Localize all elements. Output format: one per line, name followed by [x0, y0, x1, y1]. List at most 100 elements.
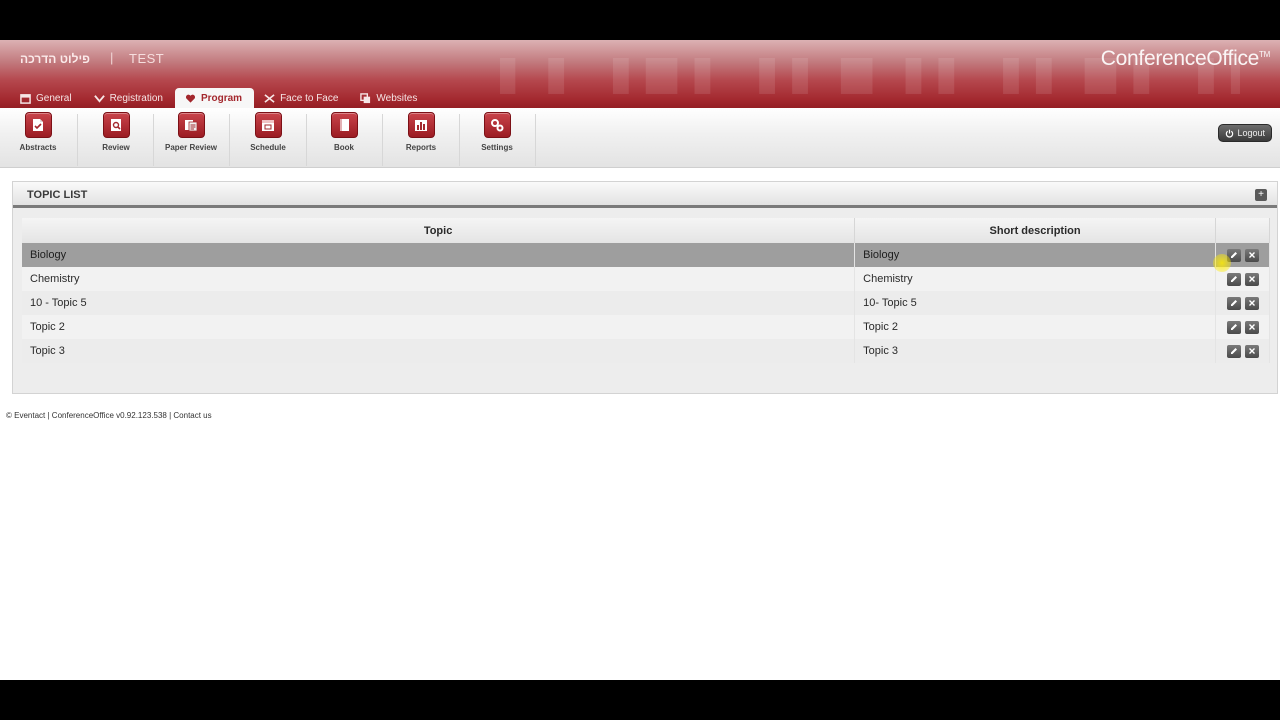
- tab-label: Websites: [376, 92, 418, 104]
- description-cell: Biology: [854, 243, 1216, 267]
- footer-version: ConferenceOffice v0.92.123.538: [51, 411, 167, 420]
- toolbar-label: Book: [334, 143, 354, 152]
- toolbar-label: Settings: [481, 143, 513, 152]
- footer-copyright: © Eventact: [6, 411, 46, 420]
- toolbar-label: Review: [102, 143, 130, 152]
- actions-cell: [1215, 315, 1270, 339]
- topic-list-panel: TOPIC LIST + Topic Short description Bio…: [12, 181, 1278, 394]
- column-header-topic[interactable]: Topic: [22, 218, 856, 243]
- review-icon: [102, 112, 130, 138]
- table-row[interactable]: Topic 3 Topic 3: [22, 339, 1270, 363]
- table-row[interactable]: Chemistry Chemistry: [22, 267, 1270, 291]
- delete-button[interactable]: [1245, 344, 1259, 358]
- app-screen: ▌▌▐█▌▐▌█▐▌▐▌█▌▐█▌▐▌ פילוט הדרכה | TEST C…: [0, 40, 1280, 680]
- delete-button[interactable]: [1245, 320, 1259, 334]
- toolbar-label: Paper Review: [164, 143, 218, 152]
- delete-icon: [1249, 324, 1255, 330]
- tab-label: Program: [200, 92, 243, 104]
- logout-button[interactable]: Logout: [1218, 124, 1272, 142]
- tab-face-to-face[interactable]: Face to Face: [254, 88, 350, 108]
- topic-cell: Topic 3: [22, 339, 856, 363]
- column-header-actions: [1215, 218, 1270, 243]
- edit-button[interactable]: [1227, 296, 1241, 310]
- cross-arrows-icon: [264, 93, 275, 103]
- book-icon: [330, 112, 358, 138]
- description-cell: Chemistry: [854, 267, 1216, 291]
- topic-cell: Chemistry: [22, 267, 856, 291]
- toolbar-separator: [535, 114, 536, 166]
- delete-icon: [1249, 276, 1255, 282]
- tab-general[interactable]: General: [10, 88, 84, 108]
- contact-us-link[interactable]: Contact us: [173, 411, 211, 420]
- toolbar-reports-button[interactable]: Reports: [383, 112, 459, 166]
- panel-header: TOPIC LIST +: [13, 182, 1277, 208]
- delete-button[interactable]: [1245, 272, 1259, 286]
- table-row[interactable]: Topic 2 Topic 2: [22, 315, 1270, 339]
- toolbar-review-button[interactable]: Review: [78, 112, 154, 166]
- toolbar-label: Abstracts: [19, 143, 57, 152]
- footer-separator: |: [169, 411, 172, 420]
- heart-icon: [185, 94, 195, 103]
- panel-toggle-button[interactable]: +: [1255, 189, 1267, 201]
- actions-cell: [1215, 339, 1270, 363]
- edit-button[interactable]: [1227, 320, 1241, 334]
- table-row[interactable]: Biology Biology: [22, 243, 1270, 267]
- table-row[interactable]: 10 - Topic 5 10- Topic 5: [22, 291, 1270, 315]
- check-icon: [93, 94, 105, 103]
- pencil-icon: [1231, 276, 1237, 282]
- description-cell: Topic 2: [854, 315, 1216, 339]
- logout-label: Logout: [1237, 128, 1265, 138]
- calendar-icon: [20, 93, 31, 104]
- app-header: ▌▌▐█▌▐▌█▐▌▐▌█▌▐█▌▐▌ פילוט הדרכה | TEST C…: [0, 40, 1280, 108]
- delete-icon: [1249, 300, 1255, 306]
- mouse-cursor-highlight: [1213, 254, 1231, 272]
- edit-button[interactable]: [1227, 344, 1241, 358]
- pencil-icon: [1231, 324, 1237, 330]
- reports-icon: [407, 112, 435, 138]
- title-separator: |: [110, 50, 114, 65]
- tab-label: Registration: [109, 92, 163, 104]
- actions-cell: [1215, 291, 1270, 315]
- toolbar-label: Schedule: [250, 143, 286, 152]
- tab-registration[interactable]: Registration: [84, 88, 175, 108]
- globe-icon: [360, 92, 371, 103]
- brand-name: ConferenceOffice: [1100, 47, 1260, 70]
- edit-button[interactable]: [1227, 272, 1241, 286]
- delete-button[interactable]: [1245, 296, 1259, 310]
- column-header-short-description[interactable]: Short description: [854, 218, 1216, 243]
- event-code: TEST: [129, 51, 165, 66]
- description-cell: 10- Topic 5: [854, 291, 1216, 315]
- delete-icon: [1249, 252, 1255, 258]
- pencil-icon: [1231, 348, 1237, 354]
- toolbar-book-button[interactable]: Book: [306, 112, 382, 166]
- pencil-icon: [1231, 300, 1237, 306]
- tab-label: Face to Face: [280, 92, 339, 104]
- page-footer: © Eventact | ConferenceOffice v0.92.123.…: [6, 411, 212, 420]
- panel-title: TOPIC LIST: [27, 189, 88, 201]
- toolbar-settings-button[interactable]: Settings: [459, 112, 535, 166]
- paper-review-icon: [177, 112, 205, 138]
- main-tabs: General Registration Program Face to Fac…: [10, 88, 429, 108]
- topic-cell: Topic 2: [22, 315, 856, 339]
- tab-label: General: [36, 92, 72, 104]
- toolbar-abstracts-button[interactable]: Abstracts: [0, 112, 76, 166]
- brand-logo: ConferenceOfficeTM: [1100, 47, 1271, 71]
- delete-icon: [1249, 348, 1255, 354]
- power-icon: [1226, 129, 1234, 137]
- topic-cell: Biology: [22, 243, 856, 267]
- settings-icon: [483, 112, 511, 138]
- brand-trademark: TM: [1259, 50, 1270, 59]
- module-toolbar: Abstracts Review Paper Review Schedule B…: [0, 108, 1280, 168]
- tab-program[interactable]: Program: [174, 88, 255, 108]
- footer-separator: |: [47, 411, 50, 420]
- toolbar-schedule-button[interactable]: Schedule: [230, 112, 306, 166]
- event-name: פילוט הדרכה: [20, 52, 90, 66]
- tab-websites[interactable]: Websites: [350, 88, 429, 108]
- delete-button[interactable]: [1245, 248, 1259, 262]
- pencil-icon: [1231, 252, 1237, 258]
- topic-cell: 10 - Topic 5: [22, 291, 856, 315]
- description-cell: Topic 3: [854, 339, 1216, 363]
- schedule-icon: [254, 112, 282, 138]
- toolbar-paper-review-button[interactable]: Paper Review: [153, 112, 229, 166]
- topic-table: Topic Short description Biology Biology …: [22, 218, 1270, 363]
